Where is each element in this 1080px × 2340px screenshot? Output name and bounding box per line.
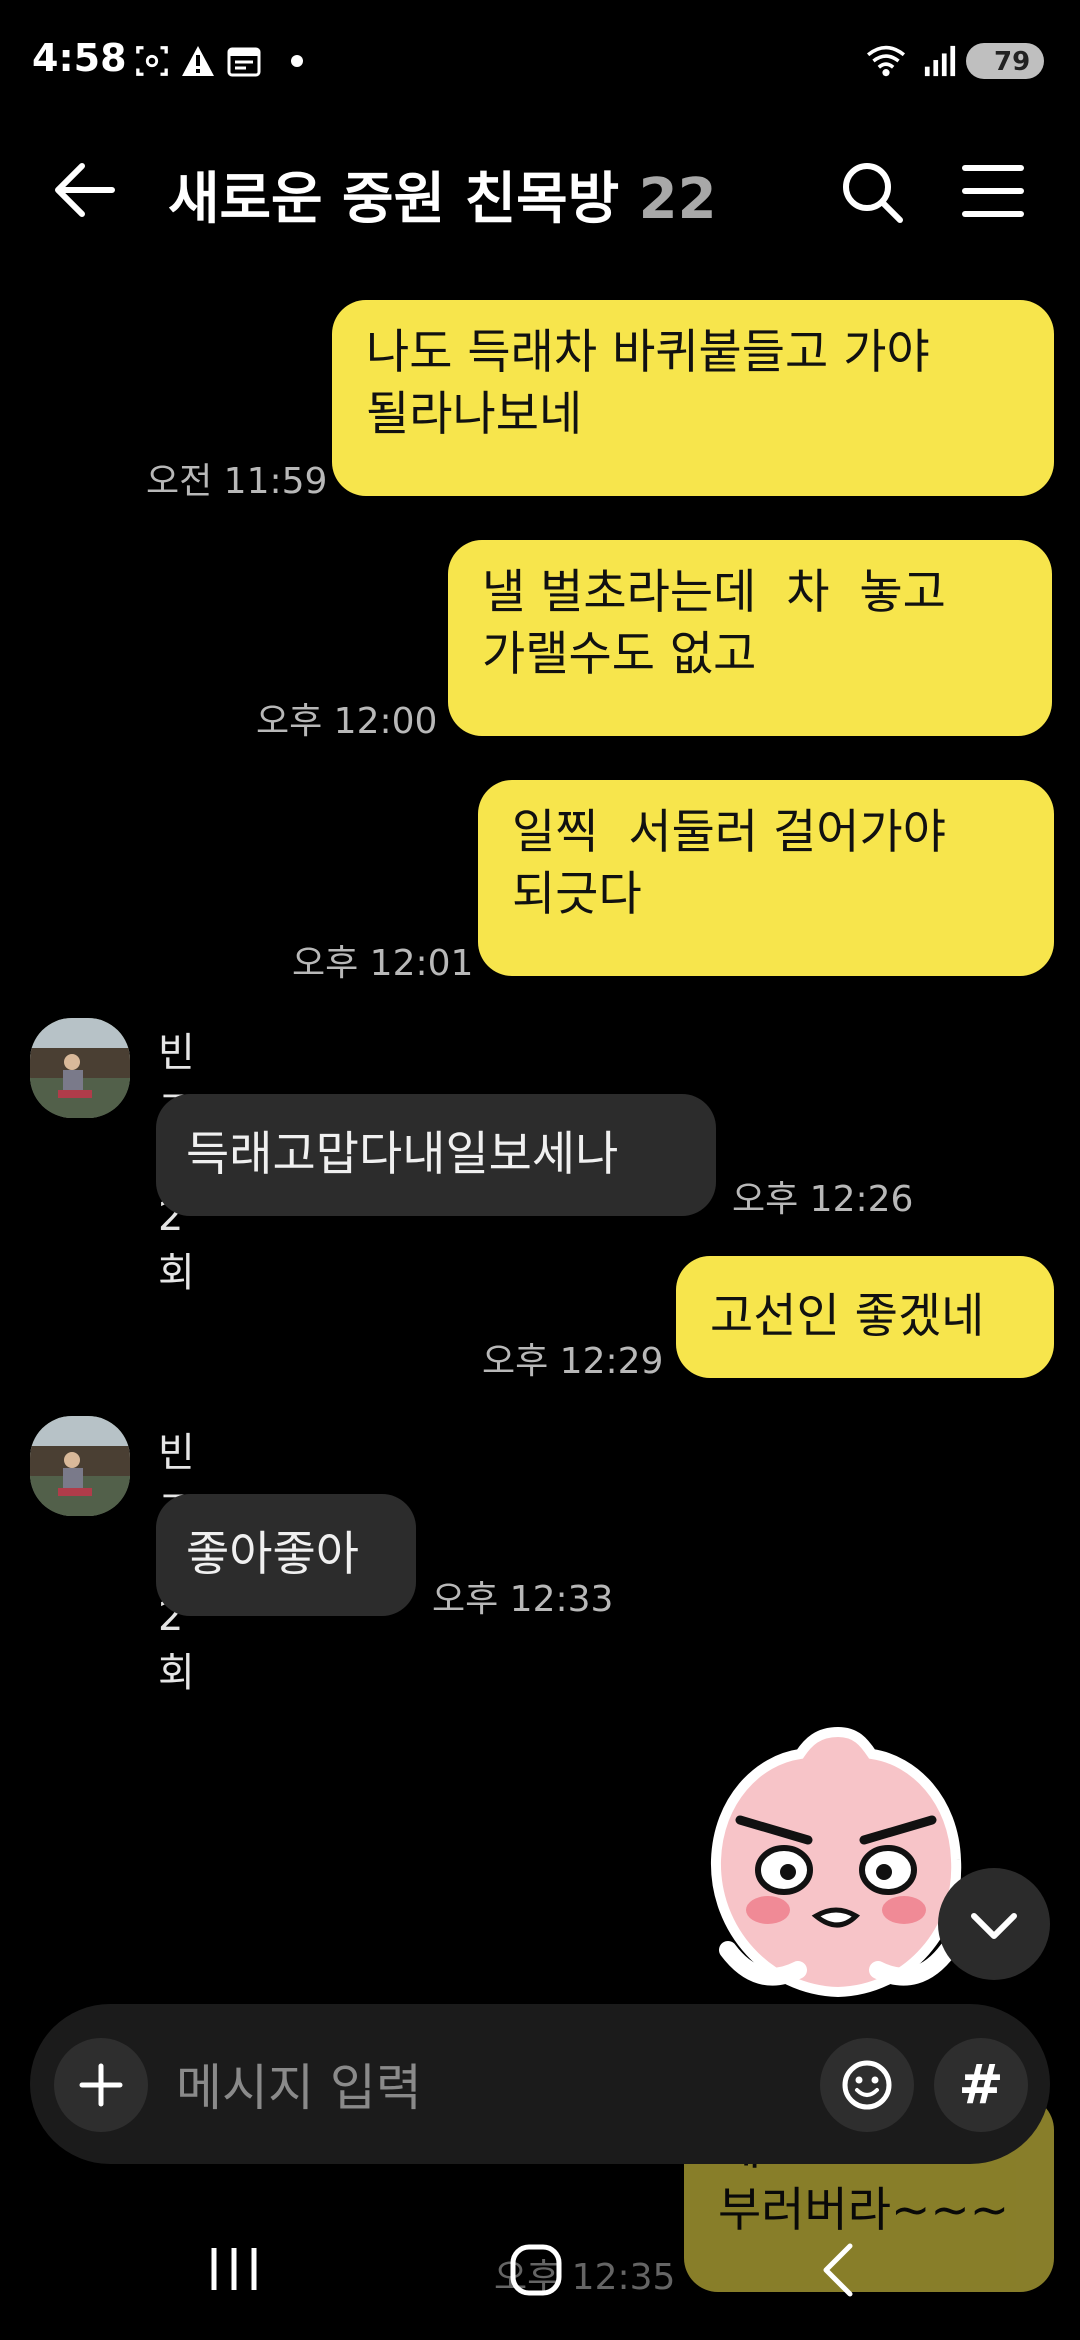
home-icon[interactable] — [508, 2242, 564, 2298]
back-arrow-icon[interactable] — [52, 162, 116, 218]
message-time: 오후 12:26 — [732, 1179, 914, 1220]
message-text: 나도 득래차 바퀴붙들고 가야 될라나보네 — [366, 325, 930, 442]
message-time: 오후 12:33 — [432, 1579, 614, 1620]
other-message-bubble[interactable]: 좋아좋아 — [156, 1494, 416, 1616]
emoji-button[interactable] — [820, 2038, 914, 2132]
battery-indicator: 79 — [966, 43, 1044, 79]
message-time: 오전 11:59 — [146, 461, 328, 502]
my-message-bubble[interactable]: 낼 벌초라는데 차 놓고 가랠수도 없고 — [448, 540, 1052, 736]
my-message-bubble[interactable]: 나도 득래차 바퀴붙들고 가야 될라나보네 — [332, 300, 1054, 496]
menu-icon[interactable] — [962, 164, 1024, 218]
member-count: 22 — [638, 167, 717, 232]
message-time: 오후 12:00 — [256, 701, 438, 742]
avatar[interactable] — [30, 1416, 130, 1516]
message-time: 오후 12:01 — [292, 943, 474, 984]
recent-apps-icon[interactable] — [208, 2244, 260, 2294]
warning-icon — [182, 46, 214, 76]
notification-dot-icon — [291, 55, 303, 67]
message-text: 좋아좋아 — [186, 1527, 359, 1582]
message-input[interactable]: 메시지 입력 — [176, 2048, 422, 2120]
chat-header: 새로운 중원 친목방 22 — [0, 140, 1080, 240]
screenshot-icon — [136, 46, 168, 76]
my-message-bubble[interactable]: 고선인 좋겠네 — [676, 1256, 1054, 1378]
message-text: 득래고맙다내일보세나 — [186, 1127, 619, 1182]
plus-icon — [79, 2063, 123, 2107]
hashtag-search-button[interactable]: # — [934, 2038, 1028, 2132]
chevron-down-icon — [971, 1913, 1017, 1939]
search-icon[interactable] — [840, 160, 904, 224]
avatar[interactable] — [30, 1018, 130, 1118]
other-message-bubble[interactable]: 득래고맙다내일보세나 — [156, 1094, 716, 1216]
wifi-icon — [866, 45, 906, 77]
avatar-photo — [30, 1018, 130, 1118]
status-time: 4:58 — [32, 36, 127, 80]
room-name: 새로운 중원 친목방 — [168, 167, 620, 232]
nav-back-icon[interactable] — [818, 2240, 858, 2300]
battery-level: 79 — [994, 47, 1031, 77]
attach-button[interactable] — [54, 2038, 148, 2132]
status-bar: 4:58 79 — [0, 0, 1080, 120]
message-time: 오후 12:29 — [482, 1341, 664, 1382]
avatar-photo — [30, 1416, 130, 1516]
message-text: 일찍 서둘러 걸어가야 되긋다 — [512, 805, 946, 922]
message-text: 고선인 좋겠네 — [710, 1289, 985, 1344]
emoji-icon — [842, 2060, 892, 2110]
calendar-icon — [227, 47, 261, 77]
message-text: 낼 벌초라는데 차 놓고 가랠수도 없고 — [482, 565, 946, 682]
signal-icon — [924, 45, 956, 77]
my-message-bubble[interactable]: 일찍 서둘러 걸어가야 되긋다 — [478, 780, 1054, 976]
chat-room-title: 새로운 중원 친목방 22 — [168, 154, 717, 235]
system-nav-bar — [0, 2210, 1080, 2340]
message-composer: 메시지 입력 # — [30, 2004, 1050, 2164]
scroll-to-bottom-button[interactable] — [938, 1868, 1050, 1980]
